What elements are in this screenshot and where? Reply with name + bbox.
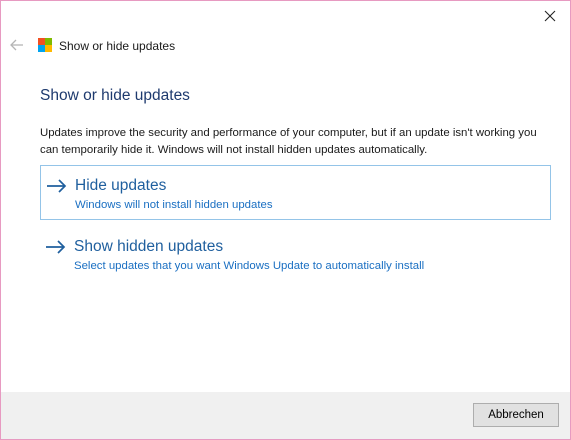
option-title: Hide updates [75, 177, 167, 194]
close-button[interactable] [536, 5, 564, 27]
option-subtitle: Select updates that you want Windows Upd… [74, 260, 425, 272]
option-subtitle: Windows will not install hidden updates [75, 199, 273, 211]
close-icon [544, 10, 556, 22]
cancel-button[interactable]: Abbrechen [473, 403, 559, 427]
window-title: Show or hide updates [59, 39, 176, 53]
description-text: Updates improve the security and perform… [40, 127, 537, 156]
option-title: Show hidden updates [74, 238, 224, 255]
back-arrow-icon[interactable] [9, 37, 25, 53]
windows-logo-icon [38, 38, 52, 52]
page-title: Show or hide updates [40, 87, 190, 104]
show-hidden-updates-option[interactable]: Show hidden updates Select updates that … [40, 227, 551, 282]
arrow-right-icon [47, 179, 67, 193]
arrow-right-icon [46, 240, 66, 254]
dialog-window: Show or hide updates Show or hide update… [0, 0, 571, 440]
footer-bar: Abbrechen [1, 392, 570, 439]
hide-updates-option[interactable]: Hide updates Windows will not install hi… [40, 165, 551, 220]
title-bar: Show or hide updates [1, 35, 570, 57]
